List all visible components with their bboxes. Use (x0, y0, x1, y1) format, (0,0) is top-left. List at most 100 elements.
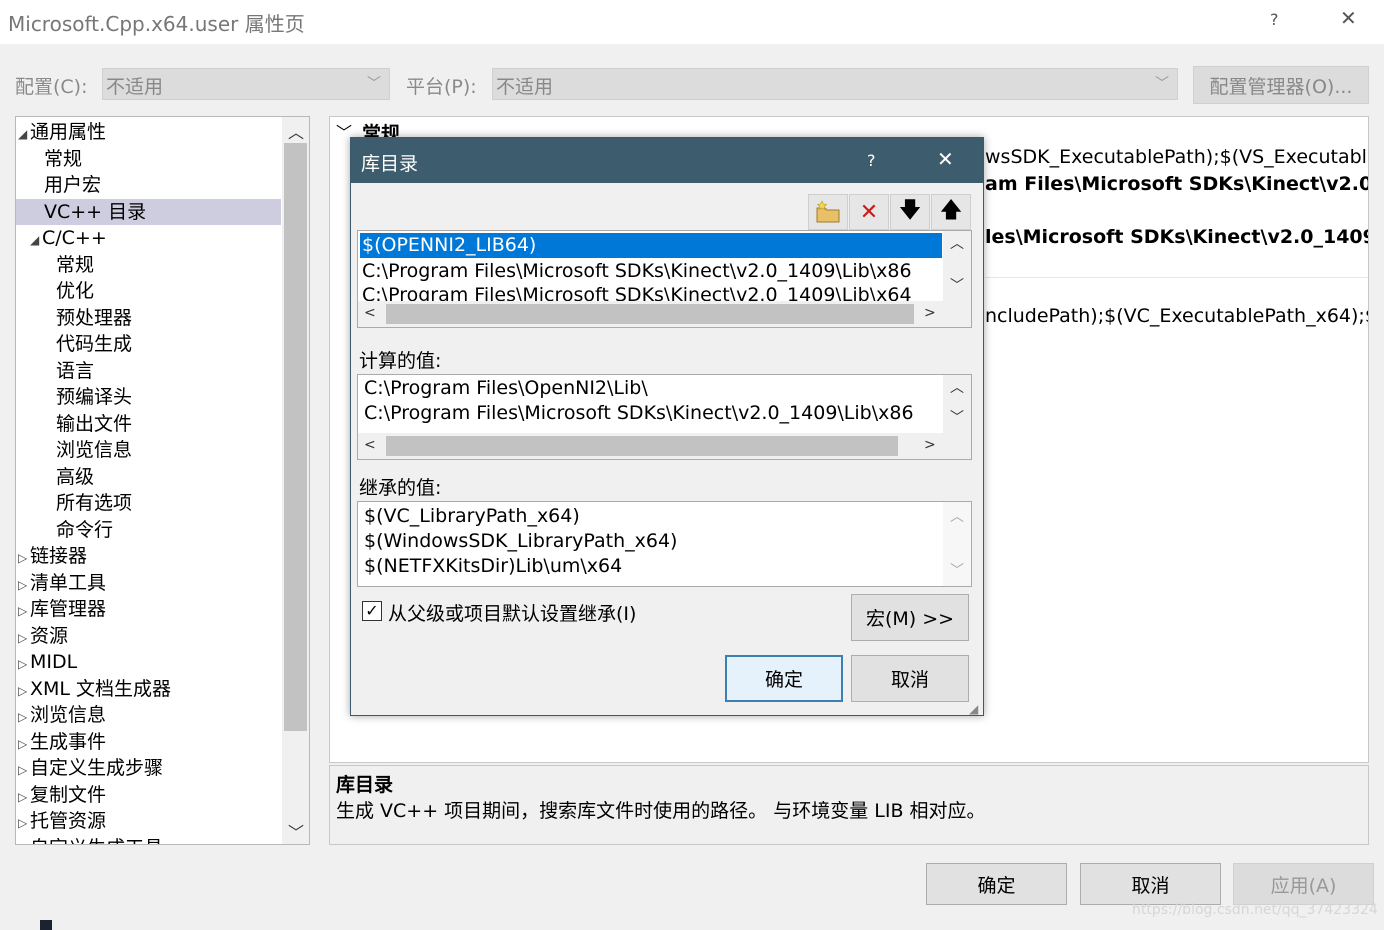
scroll-up-icon[interactable]: ︿ (950, 377, 964, 397)
tree-item[interactable]: ▷自定义生成工具 (16, 835, 281, 845)
tree-item[interactable]: ▷ 复制文件 (16, 782, 281, 808)
tree-item[interactable]: 预处理器 (16, 305, 281, 331)
list-hscrollbar[interactable]: < > (358, 301, 971, 327)
tree-item[interactable]: 语言 (16, 358, 281, 384)
scroll-right-icon[interactable]: > (924, 305, 936, 321)
expand-arrow-icon[interactable]: ▷ (18, 625, 30, 651)
dialog-cancel-button[interactable]: 取消 (851, 655, 969, 702)
expand-arrow-icon[interactable]: ▷ (18, 678, 30, 704)
expand-arrow-icon[interactable]: ▷ (18, 837, 30, 845)
property-value[interactable]: ncludePath);$(VC_ExecutablePath_x64);$(W (985, 305, 1368, 327)
list-vscrollbar[interactable]: ︿ ﹀ (943, 231, 971, 301)
tree-item-label: 资源 (30, 624, 69, 647)
help-icon[interactable]: ? (867, 151, 876, 170)
tree-item[interactable]: ▷ 自定义生成步骤 (16, 755, 281, 781)
tree-item[interactable]: 高级 (16, 464, 281, 490)
tree-item-label: 托管资源 (30, 810, 107, 832)
cancel-button[interactable]: 取消 (1080, 863, 1221, 905)
new-folder-icon (816, 200, 840, 223)
list-item-selected[interactable]: $(OPENNI2_LIB64) (360, 233, 942, 258)
dialog-title: 库目录 (361, 153, 419, 175)
tree-scrollbar[interactable]: ︿ ﹀ (282, 117, 309, 844)
scroll-down-icon[interactable]: ﹀ (950, 407, 964, 427)
scroll-up-icon[interactable]: ︿ (950, 233, 964, 253)
tree-item[interactable]: ▷ 浏览信息 (16, 702, 281, 728)
help-icon[interactable]: ? (1270, 10, 1279, 29)
dialog-ok-button[interactable]: 确定 (725, 655, 843, 702)
tree-item[interactable]: ▷ 链接器 (16, 543, 281, 569)
chevron-down-icon: ﹀ (367, 76, 381, 92)
tree-item[interactable]: ▷ 生成事件 (16, 729, 281, 755)
scroll-up-icon[interactable]: ︿ (288, 119, 304, 143)
expand-arrow-icon[interactable]: ▷ (18, 572, 30, 598)
arrow-down-icon[interactable]: 🡇 (890, 194, 930, 230)
tree-item-label: 生成事件 (30, 730, 107, 753)
expand-arrow-icon[interactable]: ▷ (18, 757, 30, 783)
tree-item[interactable]: ▷ XML 文档生成器 (16, 676, 281, 702)
expand-arrow-icon[interactable]: ▷ (18, 810, 30, 836)
inherit-checkbox[interactable]: ✓ (362, 601, 382, 621)
macro-button[interactable]: 宏(M) >> (851, 594, 969, 641)
tree-item[interactable]: 常规 (16, 146, 281, 172)
scroll-down-icon[interactable]: ﹀ (288, 819, 304, 843)
scroll-thumb[interactable] (386, 304, 914, 324)
scroll-down-icon[interactable]: ﹀ (950, 560, 964, 580)
expand-arrow-icon[interactable]: ▷ (18, 731, 30, 757)
platform-combo[interactable]: 不适用 ﹀ (492, 68, 1178, 100)
scroll-thumb[interactable] (386, 436, 898, 456)
ok-button[interactable]: 确定 (926, 863, 1067, 905)
tree-item[interactable]: ▷ 资源 (16, 623, 281, 649)
expand-arrow-icon[interactable]: ▷ (18, 651, 30, 677)
tree-item[interactable]: 预编译头 (16, 384, 281, 410)
tree-item[interactable]: 代码生成 (16, 331, 281, 357)
config-manager-button[interactable]: 配置管理器(O)... (1193, 66, 1369, 104)
tree-item[interactable]: ▷ 清单工具 (16, 570, 281, 596)
computed-vscrollbar[interactable]: ︿ ﹀ (943, 375, 971, 433)
close-icon[interactable]: ✕ (937, 147, 954, 171)
tree-item-selected[interactable]: VC++ 目录 (16, 198, 281, 225)
scroll-down-icon[interactable]: ﹀ (950, 275, 964, 295)
property-value[interactable]: wsSDK_ExecutablePath);$(VS_ExecutablePa (985, 146, 1368, 168)
property-value[interactable]: am Files\Microsoft SDKs\Kinect\v2.0_14 (985, 173, 1368, 195)
tree-item[interactable]: 命令行 (16, 517, 281, 543)
scroll-up-icon[interactable]: ︿ (950, 506, 964, 526)
directory-list[interactable]: $(OPENNI2_LIB64) C:\Program Files\Micros… (357, 230, 972, 328)
tree-item[interactable]: ◢ 通用属性 (16, 119, 281, 145)
inherit-checkbox-label[interactable]: 从父级或项目默认设置继承(I) (388, 599, 636, 626)
inherited-values-box: $(VC_LibraryPath_x64) $(WindowsSDK_Libra… (357, 501, 972, 587)
scroll-left-icon[interactable]: < (364, 437, 376, 453)
expand-arrow-icon[interactable]: ▷ (18, 784, 30, 810)
list-item[interactable]: C:\Program Files\Microsoft SDKs\Kinect\v… (362, 259, 912, 284)
resize-grip-icon[interactable]: ◢ (969, 702, 978, 716)
expand-arrow-icon[interactable]: ▷ (18, 704, 30, 730)
tree-item[interactable]: ▷ 库管理器 (16, 596, 281, 622)
collapse-arrow-icon[interactable]: ◢ (18, 121, 30, 147)
check-icon: ✓ (365, 601, 379, 620)
config-combo[interactable]: 不适用 ﹀ (102, 68, 390, 100)
tree-item[interactable]: ▷ MIDL (16, 649, 281, 675)
expand-arrow-icon[interactable]: ▷ (18, 545, 30, 571)
tree-item[interactable]: 常规 (16, 252, 281, 278)
tree-item-label: C/C++ (42, 227, 107, 249)
tree-item[interactable]: 所有选项 (16, 490, 281, 516)
scroll-left-icon[interactable]: < (364, 305, 376, 321)
arrow-up-icon[interactable]: 🡅 (931, 194, 971, 230)
collapse-arrow-icon[interactable]: ◢ (30, 227, 42, 253)
apply-button[interactable]: 应用(A) (1233, 863, 1374, 905)
new-line-button[interactable] (808, 194, 848, 230)
inherited-vscrollbar[interactable]: ︿ ﹀ (943, 502, 971, 586)
tree-item[interactable]: 用户宏 (16, 172, 281, 198)
tree-item[interactable]: 输出文件 (16, 411, 281, 437)
close-icon[interactable]: ✕ (1340, 6, 1357, 30)
tree-item[interactable]: ▷ 托管资源 (16, 808, 281, 834)
scroll-right-icon[interactable]: > (924, 437, 936, 453)
tree-item-label: 常规 (56, 253, 95, 276)
tree-item[interactable]: 浏览信息 (16, 437, 281, 463)
scroll-thumb[interactable] (284, 143, 307, 731)
expand-arrow-icon[interactable]: ▷ (18, 598, 30, 624)
tree-item[interactable]: ◢ C/C++ (16, 225, 281, 251)
computed-hscrollbar[interactable]: < > (358, 433, 971, 459)
tree-item[interactable]: 优化 (16, 278, 281, 304)
property-value[interactable]: les\Microsoft SDKs\Kinect\v2.0_1409\Lil (985, 226, 1368, 248)
delete-icon[interactable]: ✕ (849, 194, 889, 230)
